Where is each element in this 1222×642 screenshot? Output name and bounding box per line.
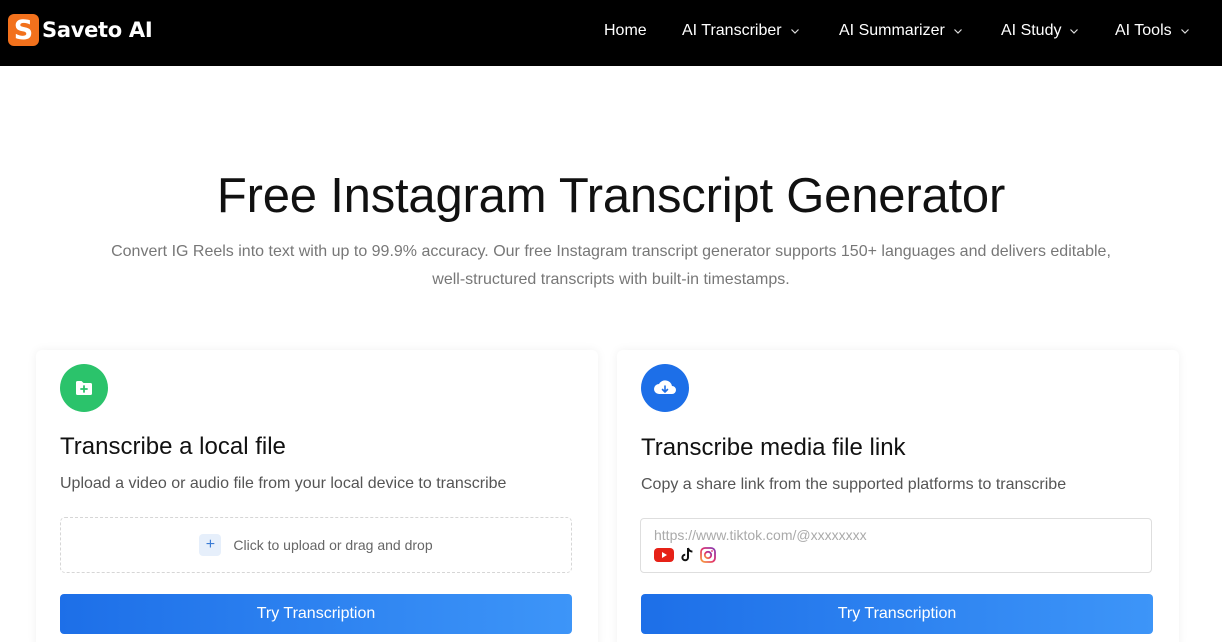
- nav-home[interactable]: Home: [604, 20, 647, 42]
- chevron-down-icon: [1180, 26, 1190, 36]
- youtube-icon: [654, 548, 674, 567]
- try-transcription-link-button[interactable]: Try Transcription: [641, 594, 1153, 634]
- dropzone-text: Click to upload or drag and drop: [233, 537, 433, 553]
- supported-platforms: [654, 547, 716, 568]
- nav-ai-study[interactable]: AI Study: [1001, 20, 1079, 42]
- tiktok-icon: [680, 547, 694, 568]
- file-add-icon: [60, 364, 108, 412]
- media-link-box: [640, 518, 1152, 573]
- nav-ai-summarizer[interactable]: AI Summarizer: [839, 20, 963, 42]
- brand-logo[interactable]: S Saveto AI: [8, 14, 153, 46]
- local-file-description: Upload a video or audio file from your l…: [60, 475, 507, 492]
- local-file-card: Transcribe a local file Upload a video o…: [36, 350, 598, 642]
- brand-name: Saveto AI: [42, 18, 153, 42]
- chevron-down-icon: [953, 26, 963, 36]
- upload-plus-icon: +: [199, 534, 222, 556]
- try-transcription-local-button[interactable]: Try Transcription: [60, 594, 572, 634]
- logo-letter: S: [13, 14, 34, 46]
- media-link-card: Transcribe media file link Copy a share …: [617, 350, 1179, 642]
- chevron-down-icon: [1069, 26, 1079, 36]
- nav-ai-transcriber[interactable]: AI Transcriber: [682, 20, 800, 42]
- media-link-input[interactable]: [654, 525, 1134, 545]
- cloud-download-icon: [641, 364, 689, 412]
- page-subtitle: Convert IG Reels into text with up to 99…: [111, 243, 1111, 288]
- nav-ai-tools[interactable]: AI Tools: [1115, 20, 1190, 42]
- local-file-title: Transcribe a local file: [60, 433, 286, 460]
- nav-ai-summarizer-label: AI Summarizer: [839, 22, 945, 39]
- top-navigation-bar: S Saveto AI Home AI Transcriber AI Summa…: [0, 0, 1222, 66]
- instagram-icon: [700, 547, 716, 568]
- nav-ai-tools-label: AI Tools: [1115, 22, 1172, 39]
- nav-home-label: Home: [604, 22, 647, 39]
- media-link-description: Copy a share link from the supported pla…: [641, 476, 1067, 493]
- chevron-down-icon: [790, 26, 800, 36]
- media-link-title: Transcribe media file link: [641, 434, 906, 461]
- nav-ai-transcriber-label: AI Transcriber: [682, 22, 782, 39]
- nav-ai-study-label: AI Study: [1001, 22, 1062, 39]
- logo-mark-icon: S: [8, 14, 39, 46]
- page-title: Free Instagram Transcript Generator: [216, 169, 1006, 223]
- file-dropzone[interactable]: + Click to upload or drag and drop: [60, 517, 572, 573]
